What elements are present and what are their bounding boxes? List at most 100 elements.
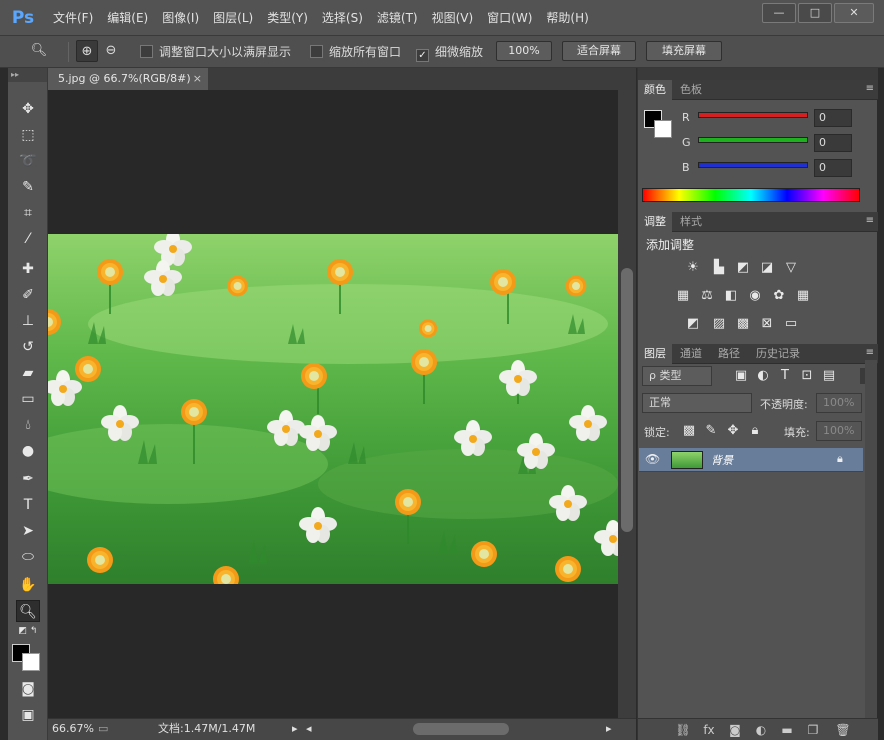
- red-value-field[interactable]: 0: [814, 109, 852, 127]
- exposure-icon[interactable]: ◪: [758, 260, 776, 276]
- scrubby-zoom-checkbox[interactable]: ✓: [416, 49, 429, 62]
- history-brush-tool-icon[interactable]: ↺: [16, 336, 40, 358]
- channel-mixer-icon[interactable]: ✿: [770, 288, 788, 304]
- maximize-button[interactable]: □: [798, 3, 832, 23]
- panel-menu-icon[interactable]: ≡: [866, 215, 874, 226]
- menu-edit[interactable]: 编辑(E): [100, 0, 155, 36]
- document-tab[interactable]: 5.jpg @ 66.7%(RGB/8#) ×: [48, 68, 208, 90]
- threshold-icon[interactable]: ▩: [734, 316, 752, 332]
- pen-tool-icon[interactable]: ✒: [16, 468, 40, 490]
- path-selection-tool-icon[interactable]: ➤: [16, 520, 40, 542]
- scroll-right-icon[interactable]: ▸: [606, 719, 612, 739]
- menu-view[interactable]: 视图(V): [425, 0, 481, 36]
- filter-shape-icon[interactable]: ⊡: [798, 368, 816, 384]
- quick-mask-icon[interactable]: ◙: [16, 678, 40, 700]
- layer-style-fx-icon[interactable]: fx: [700, 721, 718, 739]
- zoom-all-option[interactable]: 缩放所有窗口: [310, 41, 401, 63]
- background-color-swatch[interactable]: [22, 653, 40, 671]
- new-layer-icon[interactable]: ❐: [804, 721, 822, 739]
- close-button[interactable]: ✕: [834, 3, 874, 23]
- filter-adjustment-icon[interactable]: ◐: [754, 368, 772, 384]
- zoom-tool-icon[interactable]: 🔍︎: [16, 600, 40, 622]
- eraser-tool-icon[interactable]: ▰: [16, 362, 40, 384]
- swap-colors-icon[interactable]: ◩ ↰: [16, 624, 40, 638]
- hand-tool-icon[interactable]: ✋: [16, 574, 40, 596]
- tab-swatches[interactable]: 色板: [674, 80, 708, 100]
- new-group-icon[interactable]: ▬: [778, 721, 796, 739]
- status-menu-arrow-icon[interactable]: ▸: [292, 719, 298, 739]
- screen-mode-icon[interactable]: ▣: [16, 704, 40, 726]
- scrubby-zoom-option[interactable]: ✓ 细微缩放: [416, 41, 483, 63]
- zoom-tool-preset-icon[interactable]: 🔍︎▾: [28, 40, 50, 80]
- shape-tool-icon[interactable]: ⬭: [16, 546, 40, 568]
- toolbox-collapse-icon[interactable]: ▸▸: [8, 68, 47, 82]
- menu-window[interactable]: 窗口(W): [480, 0, 539, 36]
- minimize-button[interactable]: —: [762, 3, 796, 23]
- quick-selection-tool-icon[interactable]: ✎: [16, 176, 40, 198]
- color-panel-background-swatch[interactable]: [654, 120, 672, 138]
- marquee-tool-icon[interactable]: ⬚: [16, 124, 40, 146]
- invert-icon[interactable]: ◩: [684, 316, 702, 332]
- lock-position-icon[interactable]: ✥: [724, 423, 742, 439]
- menu-type[interactable]: 类型(Y): [260, 0, 315, 36]
- zoom-level[interactable]: 66.67%: [52, 719, 94, 739]
- blue-slider[interactable]: [698, 162, 808, 168]
- move-tool-icon[interactable]: ✥: [16, 98, 40, 120]
- add-mask-icon[interactable]: ◙: [726, 721, 744, 739]
- brightness-contrast-icon[interactable]: ☀: [684, 260, 702, 276]
- zoom-in-icon[interactable]: ⊕: [76, 40, 98, 62]
- tab-styles[interactable]: 样式: [674, 212, 708, 232]
- color-spectrum-bar[interactable]: [642, 188, 860, 202]
- filter-smart-object-icon[interactable]: ▤: [820, 368, 838, 384]
- lock-image-icon[interactable]: ✎: [702, 423, 720, 439]
- posterize-icon[interactable]: ▨: [710, 316, 728, 332]
- photo-filter-icon[interactable]: ◉: [746, 288, 764, 304]
- horizontal-scroll-thumb[interactable]: [413, 723, 509, 735]
- tab-adjustments[interactable]: 调整: [638, 212, 672, 232]
- dodge-tool-icon[interactable]: ●: [16, 440, 40, 462]
- panel-menu-icon[interactable]: ≡: [866, 83, 874, 94]
- document-canvas[interactable]: [48, 90, 618, 718]
- blue-value-field[interactable]: 0: [814, 159, 852, 177]
- filter-type-icon[interactable]: T: [776, 368, 794, 384]
- lasso-tool-icon[interactable]: ➰: [16, 150, 40, 172]
- fit-window-option[interactable]: 调整窗口大小以满屏显示: [140, 41, 291, 63]
- fill-screen-button[interactable]: 填充屏幕: [646, 41, 722, 61]
- menu-image[interactable]: 图像(I): [155, 0, 206, 36]
- type-tool-icon[interactable]: T: [16, 494, 40, 516]
- vertical-scroll-thumb[interactable]: [621, 268, 633, 532]
- green-slider[interactable]: [698, 137, 808, 143]
- green-value-field[interactable]: 0: [814, 134, 852, 152]
- tab-history[interactable]: 历史记录: [750, 344, 806, 364]
- curves-icon[interactable]: ◩: [734, 260, 752, 276]
- tab-channels[interactable]: 通道: [674, 344, 708, 364]
- color-balance-icon[interactable]: ⚖: [698, 288, 716, 304]
- eyedropper-tool-icon[interactable]: ⁄: [16, 228, 40, 250]
- opacity-field[interactable]: 100%: [816, 393, 862, 413]
- blur-tool-icon[interactable]: 💧︎: [16, 414, 40, 436]
- hue-saturation-icon[interactable]: ▦: [674, 288, 692, 304]
- link-layers-icon[interactable]: ⛓: [674, 721, 692, 739]
- black-white-icon[interactable]: ◧: [722, 288, 740, 304]
- lock-all-icon[interactable]: 🔒︎: [746, 423, 764, 439]
- blend-mode-select[interactable]: 正常: [642, 393, 752, 413]
- delete-layer-icon[interactable]: 🗑︎: [834, 721, 852, 739]
- menu-filter[interactable]: 滤镜(T): [370, 0, 425, 36]
- new-adjustment-layer-icon[interactable]: ◐: [752, 721, 770, 739]
- menu-select[interactable]: 选择(S): [315, 0, 370, 36]
- layer-name[interactable]: 背景: [711, 452, 733, 468]
- actual-pixels-button[interactable]: 100%: [496, 41, 552, 61]
- red-slider[interactable]: [698, 112, 808, 118]
- vertical-scrollbar[interactable]: [618, 90, 636, 718]
- layer-row-background[interactable]: 👁︎ 背景 🔒︎: [639, 448, 863, 472]
- zoom-all-checkbox[interactable]: [310, 45, 323, 58]
- layers-scrollbar[interactable]: [865, 360, 877, 718]
- fit-window-checkbox[interactable]: [140, 45, 153, 58]
- menu-help[interactable]: 帮助(H): [539, 0, 595, 36]
- lock-transparent-icon[interactable]: ▩: [680, 423, 698, 439]
- gradient-map-icon[interactable]: ▭: [782, 316, 800, 332]
- healing-brush-tool-icon[interactable]: ✚: [16, 258, 40, 280]
- zoom-out-icon[interactable]: ⊖: [100, 40, 122, 62]
- vibrance-icon[interactable]: ▽: [782, 260, 800, 276]
- tab-layers[interactable]: 图层: [638, 344, 672, 364]
